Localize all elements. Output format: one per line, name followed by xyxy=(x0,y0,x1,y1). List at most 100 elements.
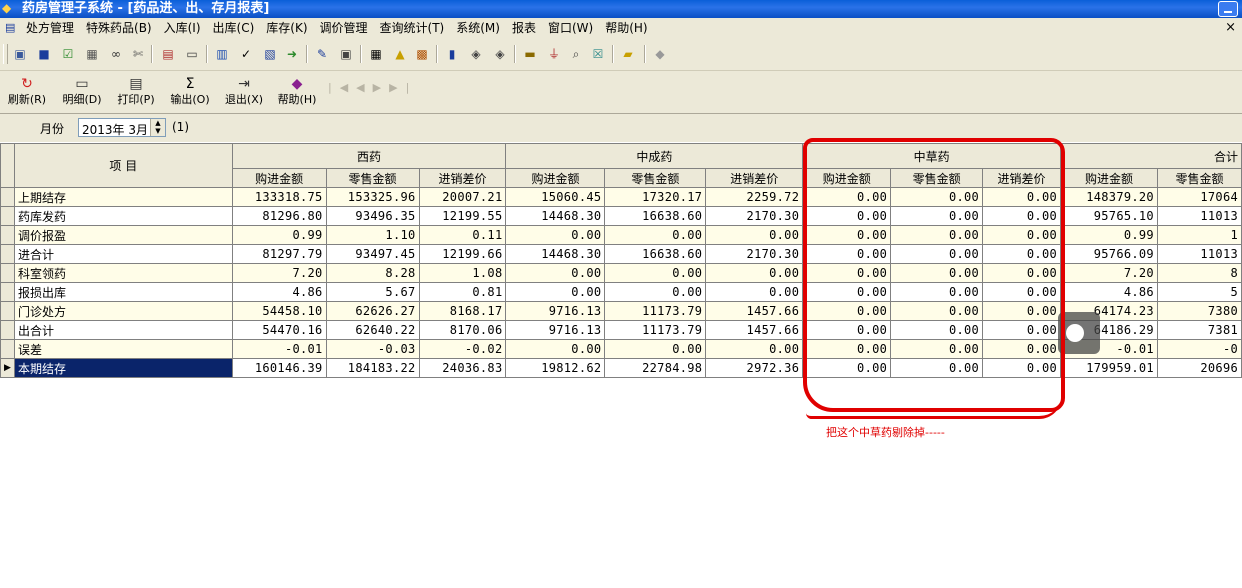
cell-xy[interactable]: 5.67 xyxy=(325,282,420,302)
group-header-zhongcaoyao[interactable]: 中草药 xyxy=(802,143,1062,169)
menu-item[interactable]: 系统(M) xyxy=(450,20,506,36)
cell-xy[interactable]: 7.20 xyxy=(231,263,327,283)
menu-item[interactable]: 处方管理 xyxy=(26,20,80,36)
record-navigation[interactable]: |◀◀▶▶| xyxy=(328,81,417,94)
cell-zcy[interactable]: 2170.30 xyxy=(705,244,804,264)
group-header-zhongchengyao[interactable]: 中成药 xyxy=(505,143,804,169)
cell-zcao[interactable]: 0.00 xyxy=(890,263,984,283)
output-button[interactable]: Σ 输出(O) xyxy=(168,75,212,107)
cell-total[interactable]: 95765.10 xyxy=(1060,206,1158,226)
row-item-name[interactable]: 上期结存 xyxy=(13,187,233,207)
row-item-name[interactable]: 调价报盈 xyxy=(13,225,233,245)
cell-xy[interactable]: -0.02 xyxy=(418,339,507,359)
row-item-name[interactable]: 科室领药 xyxy=(13,263,233,283)
row-pointer-icon[interactable]: ▶ xyxy=(0,358,15,378)
cell-total[interactable]: 5 xyxy=(1156,282,1242,302)
cell-zcy[interactable]: 0.00 xyxy=(705,225,804,245)
month-spinner[interactable]: ▲ ▼ xyxy=(150,119,165,136)
subcol-header-zhongchengyao[interactable]: 进销差价 xyxy=(705,168,804,188)
cell-xy[interactable]: 93496.35 xyxy=(325,206,420,226)
binoculars-icon[interactable]: ∞ xyxy=(108,46,124,62)
cell-zcy[interactable]: 22784.98 xyxy=(604,358,707,378)
cell-zcao[interactable]: 0.00 xyxy=(982,358,1062,378)
cell-xy[interactable]: 8168.17 xyxy=(418,301,507,321)
report-icon[interactable]: ▥ xyxy=(214,46,230,62)
cell-total[interactable]: 1 xyxy=(1156,225,1242,245)
cell-xy[interactable]: 62626.27 xyxy=(325,301,420,321)
row-item-name[interactable]: 出合计 xyxy=(13,320,233,340)
cell-xy[interactable]: 12199.55 xyxy=(418,206,507,226)
cell-total[interactable]: -0 xyxy=(1156,339,1242,359)
cell-zcao[interactable]: 0.00 xyxy=(802,282,892,302)
cell-xy[interactable]: 81297.79 xyxy=(231,244,327,264)
cell-xy[interactable]: 20007.21 xyxy=(418,187,507,207)
cancel-icon[interactable]: ☒ xyxy=(590,46,606,62)
help-button[interactable]: ◆ 帮助(H) xyxy=(275,75,319,107)
table-row[interactable]: 调价报盈 0.99 1.10 0.11 0.00 0.00 0.00 0.00 0.00 0.00… xyxy=(0,225,1242,245)
subcol-header-zhongcaoyao[interactable]: 购进金额 xyxy=(802,168,892,188)
cell-zcy[interactable]: 0.00 xyxy=(505,339,606,359)
cell-zcao[interactable]: 0.00 xyxy=(982,320,1062,340)
cell-zcy[interactable]: 0.00 xyxy=(604,282,707,302)
cell-xy[interactable]: 62640.22 xyxy=(325,320,420,340)
cell-xy[interactable]: 4.86 xyxy=(231,282,327,302)
row-indicator[interactable] xyxy=(0,187,15,207)
table-row[interactable]: 门诊处方 54458.10 62626.27 8168.17 9716.13 11173.… xyxy=(0,301,1242,321)
table-row[interactable]: 报损出库 4.86 5.67 0.81 0.00 0.00 0.00 0.00 0.00 0.00… xyxy=(0,282,1242,302)
transfer-icon[interactable]: ➜ xyxy=(284,46,300,62)
table-row[interactable]: 科室领药 7.20 8.28 1.08 0.00 0.00 0.00 0.00 0.00 0.00… xyxy=(0,263,1242,283)
cell-zcao[interactable]: 0.00 xyxy=(802,339,892,359)
row-item-name[interactable]: 报损出库 xyxy=(13,282,233,302)
subcol-header-xiyao[interactable]: 进销差价 xyxy=(418,168,507,188)
cell-zcao[interactable]: 0.00 xyxy=(982,263,1062,283)
spin-up-icon[interactable]: ▲ xyxy=(155,119,160,127)
cell-zcy[interactable]: 1457.66 xyxy=(705,301,804,321)
subcol-header-zhongcaoyao[interactable]: 零售金额 xyxy=(890,168,984,188)
table-row[interactable]: 进合计 81297.79 93497.45 12199.66 14468.30 16638… xyxy=(0,244,1242,264)
cell-zcao[interactable]: 0.00 xyxy=(802,225,892,245)
cell-xy[interactable]: 184183.22 xyxy=(325,358,420,378)
cell-zcy[interactable]: 14468.30 xyxy=(505,244,606,264)
cell-total[interactable]: 17064 xyxy=(1156,187,1242,207)
cell-zcao[interactable]: 0.00 xyxy=(982,282,1062,302)
bell-icon[interactable]: ▲ xyxy=(392,46,408,62)
cell-total[interactable]: 4.86 xyxy=(1060,282,1158,302)
exit-button[interactable]: ⇥ 退出(X) xyxy=(222,75,266,107)
cell-zcao[interactable]: 0.00 xyxy=(890,206,984,226)
eraser-icon[interactable]: ◆ xyxy=(652,46,668,62)
cell-total[interactable]: 7380 xyxy=(1156,301,1242,321)
table-row[interactable]: 出合计 54470.16 62640.22 8170.06 9716.13 11173.7… xyxy=(0,320,1242,340)
stock-icon[interactable]: ▧ xyxy=(262,46,278,62)
row-indicator[interactable] xyxy=(0,301,15,321)
detail-button[interactable]: ▭ 明细(D) xyxy=(60,75,104,107)
cell-zcy[interactable]: 9716.13 xyxy=(505,320,606,340)
subcol-header-xiyao[interactable]: 零售金额 xyxy=(325,168,420,188)
cell-total[interactable]: 179959.01 xyxy=(1060,358,1158,378)
cell-zcy[interactable]: 0.00 xyxy=(505,225,606,245)
cell-xy[interactable]: 153325.96 xyxy=(325,187,420,207)
cabinet-icon[interactable]: ▮ xyxy=(444,46,460,62)
cell-xy[interactable]: 0.11 xyxy=(418,225,507,245)
subcol-header-zhongcaoyao[interactable]: 进销差价 xyxy=(982,168,1062,188)
cell-xy[interactable]: 8.28 xyxy=(325,263,420,283)
row-item-name[interactable]: 门诊处方 xyxy=(13,301,233,321)
cell-total[interactable]: 11013 xyxy=(1156,206,1242,226)
print-button[interactable]: ▤ 打印(P) xyxy=(114,75,158,107)
menu-item[interactable]: 入库(I) xyxy=(158,20,207,36)
search-out-icon[interactable]: ◈ xyxy=(492,46,508,62)
prescription-icon[interactable]: ▣ xyxy=(12,46,28,62)
cell-total[interactable]: 7.20 xyxy=(1060,263,1158,283)
cell-xy[interactable]: 54458.10 xyxy=(231,301,327,321)
cell-xy[interactable]: 133318.75 xyxy=(231,187,327,207)
cell-xy[interactable]: -0.01 xyxy=(231,339,327,359)
cell-total[interactable]: 8 xyxy=(1156,263,1242,283)
cell-zcy[interactable]: 0.00 xyxy=(604,225,707,245)
table-row[interactable]: 药库发药 81296.80 93496.35 12199.55 14468.30 1663… xyxy=(0,206,1242,226)
cell-xy[interactable]: 8170.06 xyxy=(418,320,507,340)
cell-total[interactable]: 0.99 xyxy=(1060,225,1158,245)
cell-zcao[interactable]: 0.00 xyxy=(982,301,1062,321)
cell-zcao[interactable]: 0.00 xyxy=(890,225,984,245)
cell-xy[interactable]: 81296.80 xyxy=(231,206,327,226)
cell-zcy[interactable]: 0.00 xyxy=(705,282,804,302)
toolbar-grip[interactable] xyxy=(3,44,8,64)
